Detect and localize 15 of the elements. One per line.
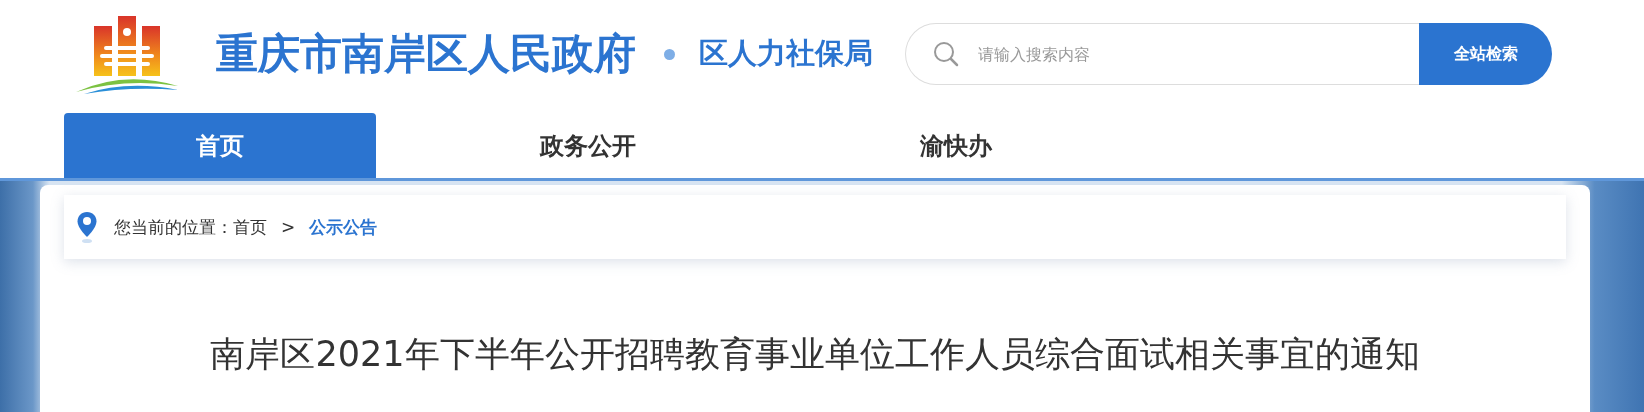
nav-tab[interactable]: 渝快办 [800, 113, 1112, 178]
breadcrumb-link[interactable]: 公示公告 [309, 215, 378, 239]
search-icon [933, 41, 959, 67]
location-pin-icon [76, 211, 98, 243]
search-button[interactable]: 全站检索 [1419, 23, 1552, 85]
search-field[interactable]: 请输入搜索内容 [905, 23, 1419, 85]
breadcrumb-separator: > [281, 217, 296, 237]
site-title: 重庆市南岸区人民政府 [216, 28, 636, 80]
breadcrumb-label: 您当前的位置： [114, 215, 233, 239]
article-title: 南岸区2021年下半年公开招聘教育事业单位工作人员综合面试相关事宜的通知 [209, 333, 1421, 376]
breadcrumb-link[interactable]: 首页 [233, 215, 267, 239]
separator-dot [664, 48, 675, 60]
nav-tab[interactable]: 政务公开 [432, 113, 744, 178]
department-name: 区人力社保局 [699, 35, 873, 72]
nav-tab[interactable]: 首页 [64, 113, 376, 178]
